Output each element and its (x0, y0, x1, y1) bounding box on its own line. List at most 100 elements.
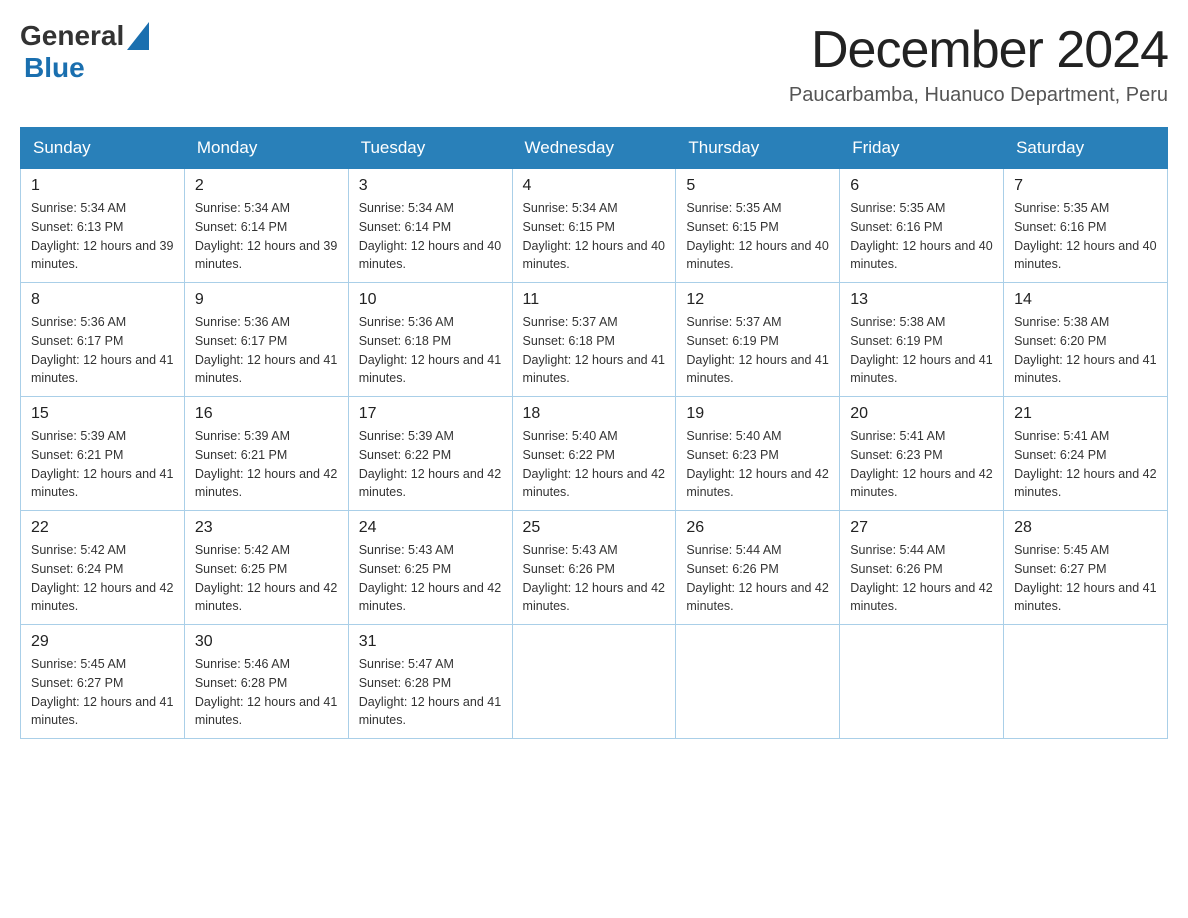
day-info: Sunrise: 5:34 AM Sunset: 6:14 PM Dayligh… (359, 199, 502, 274)
calendar-day-cell: 28 Sunrise: 5:45 AM Sunset: 6:27 PM Dayl… (1004, 511, 1168, 625)
calendar-day-cell: 29 Sunrise: 5:45 AM Sunset: 6:27 PM Dayl… (21, 625, 185, 739)
day-number: 22 (31, 519, 174, 537)
day-number: 13 (850, 291, 993, 309)
calendar-day-cell: 10 Sunrise: 5:36 AM Sunset: 6:18 PM Dayl… (348, 283, 512, 397)
calendar-day-cell: 23 Sunrise: 5:42 AM Sunset: 6:25 PM Dayl… (184, 511, 348, 625)
day-number: 19 (686, 405, 829, 423)
weekday-header-monday: Monday (184, 128, 348, 169)
day-number: 6 (850, 177, 993, 195)
calendar-day-cell: 4 Sunrise: 5:34 AM Sunset: 6:15 PM Dayli… (512, 169, 676, 283)
day-number: 7 (1014, 177, 1157, 195)
day-info: Sunrise: 5:39 AM Sunset: 6:21 PM Dayligh… (31, 427, 174, 502)
day-number: 8 (31, 291, 174, 309)
day-number: 10 (359, 291, 502, 309)
day-info: Sunrise: 5:35 AM Sunset: 6:16 PM Dayligh… (850, 199, 993, 274)
day-info: Sunrise: 5:44 AM Sunset: 6:26 PM Dayligh… (850, 541, 993, 616)
day-number: 1 (31, 177, 174, 195)
day-number: 23 (195, 519, 338, 537)
weekday-header-friday: Friday (840, 128, 1004, 169)
day-number: 27 (850, 519, 993, 537)
day-info: Sunrise: 5:42 AM Sunset: 6:24 PM Dayligh… (31, 541, 174, 616)
calendar-day-cell: 15 Sunrise: 5:39 AM Sunset: 6:21 PM Dayl… (21, 397, 185, 511)
day-info: Sunrise: 5:35 AM Sunset: 6:15 PM Dayligh… (686, 199, 829, 274)
calendar-day-cell: 14 Sunrise: 5:38 AM Sunset: 6:20 PM Dayl… (1004, 283, 1168, 397)
calendar-day-cell (1004, 625, 1168, 739)
day-number: 31 (359, 633, 502, 651)
day-info: Sunrise: 5:34 AM Sunset: 6:15 PM Dayligh… (523, 199, 666, 274)
day-number: 28 (1014, 519, 1157, 537)
day-info: Sunrise: 5:37 AM Sunset: 6:19 PM Dayligh… (686, 313, 829, 388)
weekday-header-wednesday: Wednesday (512, 128, 676, 169)
weekday-header-row: SundayMondayTuesdayWednesdayThursdayFrid… (21, 128, 1168, 169)
calendar-day-cell: 5 Sunrise: 5:35 AM Sunset: 6:15 PM Dayli… (676, 169, 840, 283)
weekday-header-saturday: Saturday (1004, 128, 1168, 169)
weekday-header-thursday: Thursday (676, 128, 840, 169)
day-info: Sunrise: 5:35 AM Sunset: 6:16 PM Dayligh… (1014, 199, 1157, 274)
calendar-day-cell: 12 Sunrise: 5:37 AM Sunset: 6:19 PM Dayl… (676, 283, 840, 397)
calendar-day-cell: 22 Sunrise: 5:42 AM Sunset: 6:24 PM Dayl… (21, 511, 185, 625)
day-info: Sunrise: 5:39 AM Sunset: 6:21 PM Dayligh… (195, 427, 338, 502)
calendar-day-cell: 26 Sunrise: 5:44 AM Sunset: 6:26 PM Dayl… (676, 511, 840, 625)
day-info: Sunrise: 5:36 AM Sunset: 6:17 PM Dayligh… (195, 313, 338, 388)
calendar-day-cell: 7 Sunrise: 5:35 AM Sunset: 6:16 PM Dayli… (1004, 169, 1168, 283)
day-number: 26 (686, 519, 829, 537)
day-info: Sunrise: 5:34 AM Sunset: 6:13 PM Dayligh… (31, 199, 174, 274)
day-number: 3 (359, 177, 502, 195)
calendar-day-cell: 11 Sunrise: 5:37 AM Sunset: 6:18 PM Dayl… (512, 283, 676, 397)
day-number: 24 (359, 519, 502, 537)
day-info: Sunrise: 5:37 AM Sunset: 6:18 PM Dayligh… (523, 313, 666, 388)
calendar-day-cell: 18 Sunrise: 5:40 AM Sunset: 6:22 PM Dayl… (512, 397, 676, 511)
day-info: Sunrise: 5:45 AM Sunset: 6:27 PM Dayligh… (1014, 541, 1157, 616)
calendar-week-row: 15 Sunrise: 5:39 AM Sunset: 6:21 PM Dayl… (21, 397, 1168, 511)
day-number: 29 (31, 633, 174, 651)
calendar-day-cell: 16 Sunrise: 5:39 AM Sunset: 6:21 PM Dayl… (184, 397, 348, 511)
day-info: Sunrise: 5:42 AM Sunset: 6:25 PM Dayligh… (195, 541, 338, 616)
day-info: Sunrise: 5:39 AM Sunset: 6:22 PM Dayligh… (359, 427, 502, 502)
day-info: Sunrise: 5:36 AM Sunset: 6:17 PM Dayligh… (31, 313, 174, 388)
calendar-day-cell: 24 Sunrise: 5:43 AM Sunset: 6:25 PM Dayl… (348, 511, 512, 625)
logo: General Blue (20, 20, 149, 84)
calendar-day-cell: 21 Sunrise: 5:41 AM Sunset: 6:24 PM Dayl… (1004, 397, 1168, 511)
calendar-day-cell (676, 625, 840, 739)
day-number: 30 (195, 633, 338, 651)
calendar-day-cell: 27 Sunrise: 5:44 AM Sunset: 6:26 PM Dayl… (840, 511, 1004, 625)
day-info: Sunrise: 5:41 AM Sunset: 6:23 PM Dayligh… (850, 427, 993, 502)
day-number: 5 (686, 177, 829, 195)
day-info: Sunrise: 5:38 AM Sunset: 6:19 PM Dayligh… (850, 313, 993, 388)
day-number: 25 (523, 519, 666, 537)
calendar-day-cell (840, 625, 1004, 739)
location-title: Paucarbamba, Huanuco Department, Peru (789, 84, 1168, 107)
calendar-week-row: 29 Sunrise: 5:45 AM Sunset: 6:27 PM Dayl… (21, 625, 1168, 739)
day-info: Sunrise: 5:43 AM Sunset: 6:26 PM Dayligh… (523, 541, 666, 616)
calendar-day-cell: 13 Sunrise: 5:38 AM Sunset: 6:19 PM Dayl… (840, 283, 1004, 397)
day-info: Sunrise: 5:38 AM Sunset: 6:20 PM Dayligh… (1014, 313, 1157, 388)
day-number: 9 (195, 291, 338, 309)
day-number: 14 (1014, 291, 1157, 309)
day-number: 16 (195, 405, 338, 423)
calendar-week-row: 8 Sunrise: 5:36 AM Sunset: 6:17 PM Dayli… (21, 283, 1168, 397)
calendar-day-cell: 25 Sunrise: 5:43 AM Sunset: 6:26 PM Dayl… (512, 511, 676, 625)
calendar-week-row: 1 Sunrise: 5:34 AM Sunset: 6:13 PM Dayli… (21, 169, 1168, 283)
day-info: Sunrise: 5:41 AM Sunset: 6:24 PM Dayligh… (1014, 427, 1157, 502)
day-info: Sunrise: 5:40 AM Sunset: 6:22 PM Dayligh… (523, 427, 666, 502)
day-number: 12 (686, 291, 829, 309)
day-number: 4 (523, 177, 666, 195)
day-info: Sunrise: 5:34 AM Sunset: 6:14 PM Dayligh… (195, 199, 338, 274)
weekday-header-sunday: Sunday (21, 128, 185, 169)
day-number: 20 (850, 405, 993, 423)
day-info: Sunrise: 5:43 AM Sunset: 6:25 PM Dayligh… (359, 541, 502, 616)
day-number: 15 (31, 405, 174, 423)
day-info: Sunrise: 5:44 AM Sunset: 6:26 PM Dayligh… (686, 541, 829, 616)
calendar-day-cell: 30 Sunrise: 5:46 AM Sunset: 6:28 PM Dayl… (184, 625, 348, 739)
logo-text-general: General (20, 20, 124, 52)
day-info: Sunrise: 5:47 AM Sunset: 6:28 PM Dayligh… (359, 655, 502, 730)
calendar-day-cell (512, 625, 676, 739)
logo-triangle-icon (127, 22, 149, 50)
calendar-day-cell: 3 Sunrise: 5:34 AM Sunset: 6:14 PM Dayli… (348, 169, 512, 283)
page-header: General Blue December 2024 Paucarbamba, … (20, 20, 1168, 107)
day-info: Sunrise: 5:45 AM Sunset: 6:27 PM Dayligh… (31, 655, 174, 730)
calendar-day-cell: 20 Sunrise: 5:41 AM Sunset: 6:23 PM Dayl… (840, 397, 1004, 511)
day-info: Sunrise: 5:40 AM Sunset: 6:23 PM Dayligh… (686, 427, 829, 502)
calendar-day-cell: 9 Sunrise: 5:36 AM Sunset: 6:17 PM Dayli… (184, 283, 348, 397)
calendar-day-cell: 31 Sunrise: 5:47 AM Sunset: 6:28 PM Dayl… (348, 625, 512, 739)
